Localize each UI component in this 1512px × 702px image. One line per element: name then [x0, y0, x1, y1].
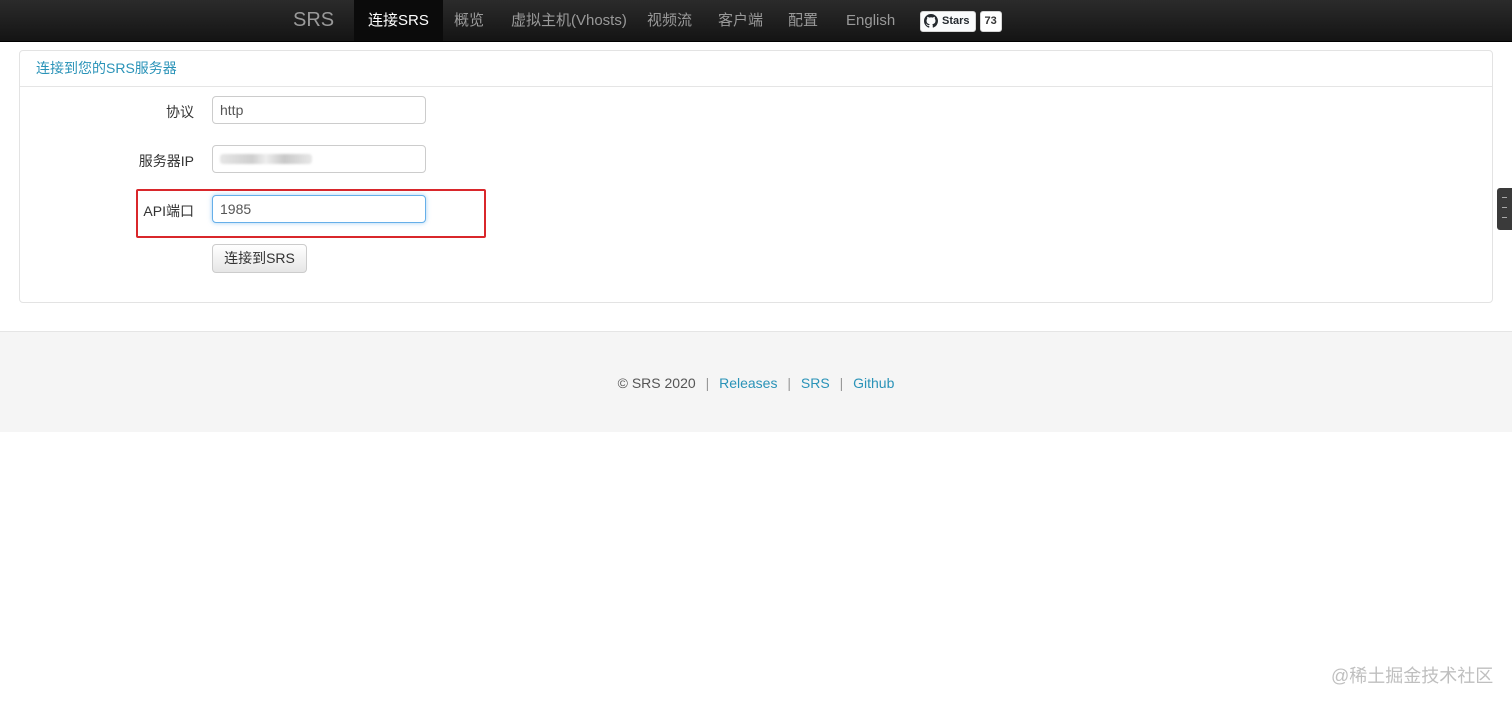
footer: © SRS 2020 | Releases | SRS | Github [0, 331, 1512, 432]
footer-separator: | [839, 375, 844, 391]
watermark: @稀土掘金技术社区 [1331, 666, 1494, 686]
github-stars-widget: Stars 73 [920, 10, 1002, 32]
footer-separator: | [787, 375, 791, 391]
nav-item-overview[interactable]: 概览 [454, 0, 484, 41]
api-port-input[interactable]: 1985 [212, 195, 426, 223]
brand-logo[interactable]: SRS [293, 9, 334, 32]
footer-link-github[interactable]: Github [853, 375, 894, 391]
connect-panel: 连接到您的SRS服务器 协议 http 服务器IP API端口 1985 连接到… [19, 50, 1493, 303]
footer-link-srs[interactable]: SRS [801, 375, 830, 391]
github-stars-count[interactable]: 73 [979, 10, 1002, 32]
nav-item-vhosts[interactable]: 虚拟主机(Vhosts) [511, 0, 627, 41]
server-ip-label: 服务器IP [138, 153, 194, 169]
top-navbar: SRS 连接SRS 概览 虚拟主机(Vhosts) 视频流 客户端 配置 Eng… [0, 0, 1512, 42]
footer-copyright: © SRS 2020 [617, 375, 696, 391]
nav-item-streams[interactable]: 视频流 [647, 0, 692, 41]
footer-line: © SRS 2020 | Releases | SRS | Github [0, 375, 1512, 391]
nav-item-clients[interactable]: 客户端 [718, 0, 763, 41]
nav-item-config[interactable]: 配置 [788, 0, 818, 41]
github-stars-button[interactable]: Stars [920, 10, 976, 32]
nav-item-english[interactable]: English [846, 0, 895, 41]
protocol-label: 协议 [166, 104, 194, 120]
connect-button[interactable]: 连接到SRS [212, 244, 307, 273]
api-port-label: API端口 [143, 203, 194, 219]
footer-separator: | [705, 375, 710, 391]
panel-heading: 连接到您的SRS服务器 [20, 51, 1492, 87]
github-stars-label: Stars [942, 15, 970, 27]
github-icon [924, 14, 938, 28]
side-panel-handle[interactable] [1497, 188, 1512, 230]
footer-link-releases[interactable]: Releases [719, 375, 777, 391]
protocol-input[interactable]: http [212, 96, 426, 124]
nav-item-connect[interactable]: 连接SRS [354, 0, 443, 41]
server-ip-input[interactable] [212, 145, 426, 173]
blurred-ip-value [220, 154, 312, 164]
